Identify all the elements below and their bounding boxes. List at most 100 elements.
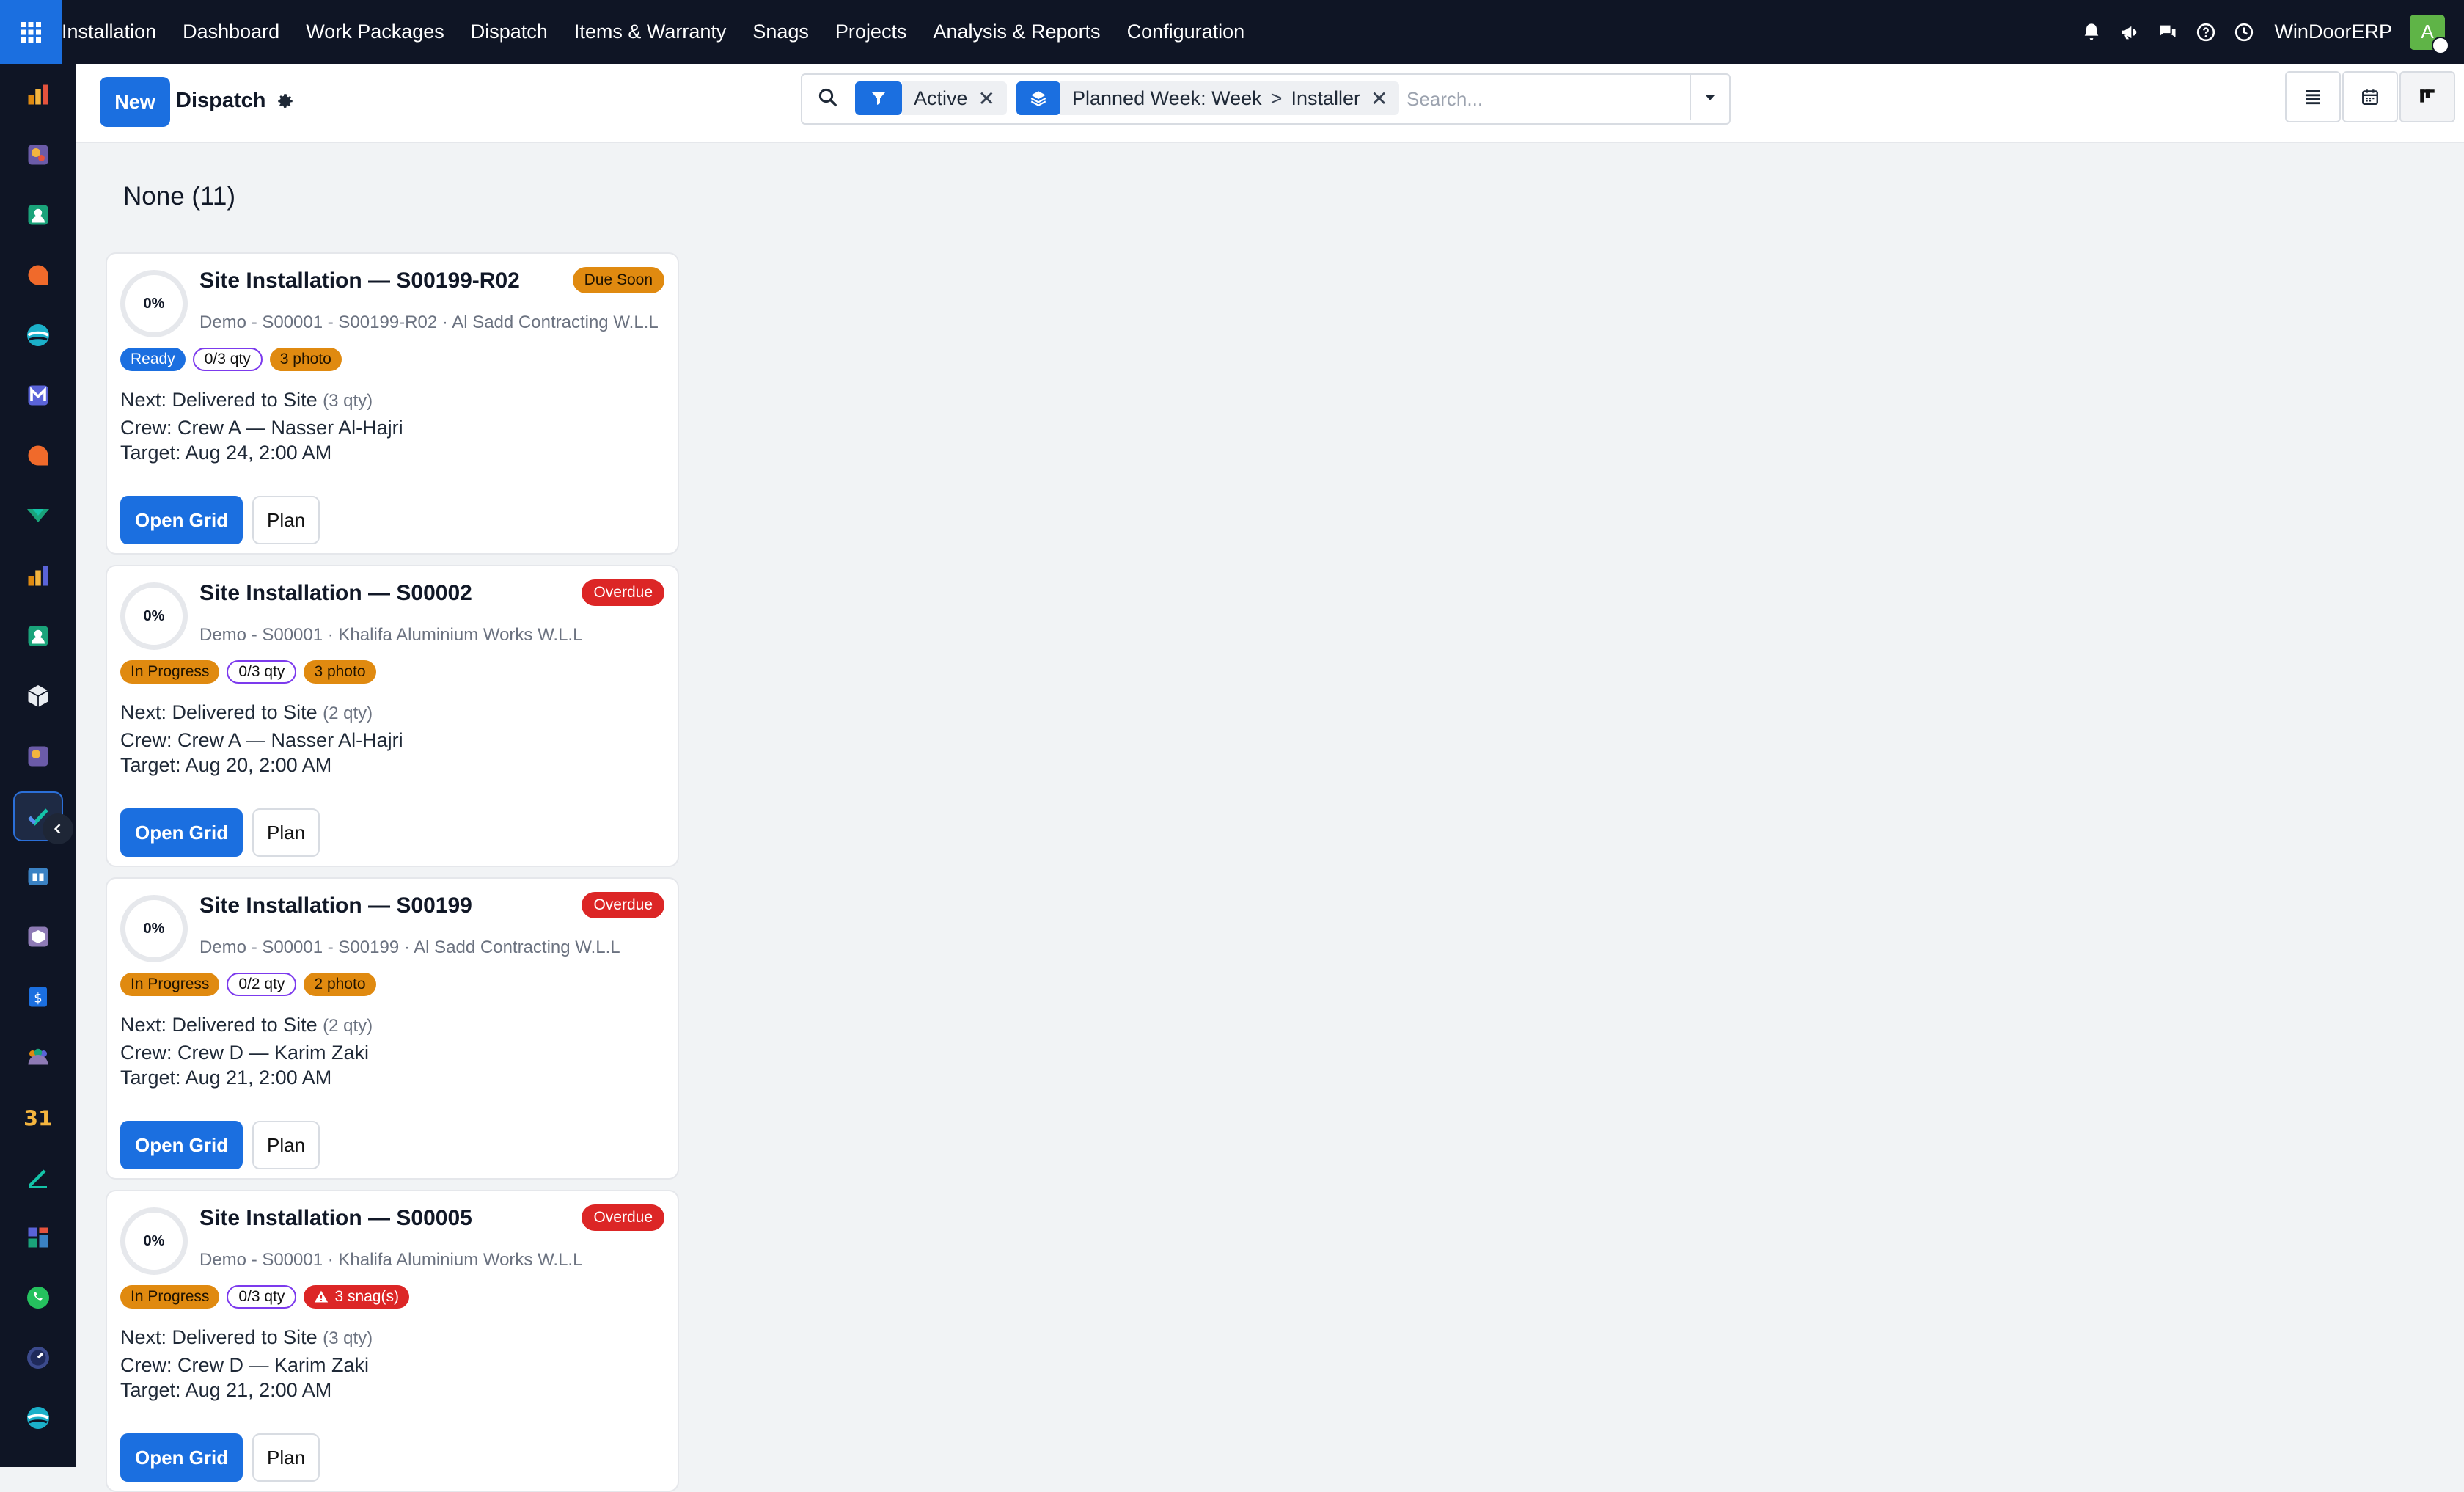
menu-work-packages[interactable]: Work Packages — [306, 21, 444, 43]
sidebar-app-dashboard-icon[interactable] — [13, 1213, 63, 1262]
sidebar-app-timer-icon[interactable] — [13, 1333, 63, 1383]
kanban-card[interactable]: 0% Site Installation — S00005 Overdue De… — [106, 1190, 679, 1492]
list-icon — [2306, 90, 2320, 105]
next-step-qty: (3 qty) — [323, 1328, 373, 1348]
menu-projects[interactable]: Projects — [835, 21, 907, 43]
sidebar-app-employees-icon[interactable] — [13, 611, 63, 661]
sidebar-app-box-icon[interactable] — [13, 912, 63, 962]
sidebar-app-tools-icon[interactable] — [13, 731, 63, 781]
menu-dispatch[interactable]: Dispatch — [471, 21, 548, 43]
apps-menu-button[interactable] — [0, 0, 62, 64]
sidebar-app-sync2-icon[interactable] — [13, 1393, 63, 1443]
status-tag: In Progress — [120, 660, 220, 684]
warning-icon — [315, 1290, 329, 1303]
card-title: Site Installation — S00199-R02 — [199, 268, 520, 293]
snag-count: 3 snag(s) — [334, 1288, 399, 1305]
menu-configuration[interactable]: Configuration — [1127, 21, 1245, 43]
gear-icon[interactable] — [276, 92, 295, 114]
open-grid-button[interactable]: Open Grid — [120, 808, 243, 857]
progress-ring: 0% — [120, 270, 188, 337]
next-step: Next: Delivered to Site (2 qty) — [120, 701, 373, 724]
chat-icon[interactable] — [2155, 20, 2180, 45]
kanban-column-title[interactable]: None (11) — [123, 182, 235, 211]
qty-tag: 0/3 qty — [227, 1285, 297, 1309]
kanban-card[interactable]: 0% Site Installation — S00199 Overdue De… — [106, 877, 679, 1180]
menu-analysis-reports[interactable]: Analysis & Reports — [933, 21, 1100, 43]
sidebar-app-mail-icon[interactable] — [13, 370, 63, 420]
open-grid-button[interactable]: Open Grid — [120, 1121, 243, 1169]
remove-groupby-button[interactable]: ✕ — [1371, 87, 1387, 111]
menu-installation[interactable]: Installation — [62, 21, 156, 43]
kanban-view-button[interactable] — [2399, 71, 2455, 122]
plan-button[interactable]: Plan — [252, 496, 320, 544]
sidebar-app-reports-icon[interactable] — [13, 70, 63, 120]
search-input[interactable] — [1405, 82, 1687, 116]
sidebar-app-analytics-icon[interactable] — [13, 551, 63, 601]
target-line: Target: Aug 24, 2:00 AM — [120, 442, 332, 464]
sidebar-app-calendar-icon[interactable]: 31 — [13, 1092, 63, 1142]
sidebar-app-team-icon[interactable] — [13, 1032, 63, 1082]
photo-tag: 3 photo — [269, 348, 342, 371]
sidebar-app-discuss-icon[interactable] — [13, 250, 63, 300]
sidebar-app-palette-icon[interactable] — [13, 130, 63, 180]
photo-tag: 2 photo — [304, 973, 376, 996]
snag-tag: 3 snag(s) — [304, 1285, 409, 1309]
groupby-facet-label-2: Installer — [1291, 87, 1360, 109]
user-avatar[interactable]: A — [2410, 14, 2449, 54]
due-status-badge: Overdue — [582, 892, 664, 918]
remove-filter-button[interactable]: ✕ — [978, 87, 995, 111]
card-title: Site Installation — S00002 — [199, 581, 472, 605]
card-tags: In Progress 0/3 qty 3 photo — [120, 660, 384, 684]
sidebar-app-livechat-icon[interactable] — [13, 431, 63, 480]
kanban-card[interactable]: 0% Site Installation — S00002 Overdue De… — [106, 565, 679, 867]
calendar-view-button[interactable] — [2342, 71, 2398, 122]
new-button[interactable]: New — [100, 77, 170, 127]
company-name[interactable]: WinDoorERP — [2274, 21, 2392, 43]
photo-tag: 3 photo — [304, 660, 376, 684]
megaphone-icon[interactable] — [2117, 20, 2142, 45]
due-status-badge: Overdue — [582, 579, 664, 606]
progress-ring: 0% — [120, 582, 188, 650]
crew-line: Crew: Crew A — Nasser Al-Hajri — [120, 729, 403, 751]
clock-icon[interactable] — [2232, 20, 2256, 45]
status-tag: In Progress — [120, 973, 220, 996]
sidebar-app-knowledge-icon[interactable] — [13, 852, 63, 902]
progress-ring: 0% — [120, 1207, 188, 1275]
groupby-facet-label-1: Planned Week: Week — [1072, 87, 1262, 109]
app-sidebar: $ 31 — [0, 64, 76, 1467]
control-panel: New Dispatch Active ✕ Planned Week: Week… — [76, 64, 2464, 143]
card-subtitle: Demo - S00001 - S00199-R02 · Al Sadd Con… — [199, 312, 659, 332]
open-grid-button[interactable]: Open Grid — [120, 1433, 243, 1482]
calendar-icon — [2362, 89, 2378, 105]
sidebar-collapse-button[interactable] — [43, 813, 73, 844]
page-title[interactable]: Dispatch — [176, 89, 265, 113]
caret-down-icon — [1706, 95, 1715, 100]
help-icon[interactable] — [2193, 20, 2218, 45]
menu-dashboard[interactable]: Dashboard — [183, 21, 279, 43]
avatar-letter: A — [2421, 21, 2434, 43]
sidebar-app-inventory-icon[interactable] — [13, 491, 63, 541]
plan-button[interactable]: Plan — [252, 1433, 320, 1482]
sidebar-app-sync-icon[interactable] — [13, 310, 63, 360]
plan-button[interactable]: Plan — [252, 1121, 320, 1169]
kanban-card[interactable]: 0% Site Installation — S00199-R02 Due So… — [106, 252, 679, 555]
view-switcher — [2284, 71, 2455, 122]
sidebar-app-whatsapp-icon[interactable] — [13, 1273, 63, 1323]
search-icon[interactable] — [817, 87, 839, 112]
open-grid-button[interactable]: Open Grid — [120, 496, 243, 544]
filter-icon — [855, 81, 902, 115]
menu-items-warranty[interactable]: Items & Warranty — [574, 21, 727, 43]
menu-snags[interactable]: Snags — [752, 21, 809, 43]
due-status-badge: Overdue — [582, 1204, 664, 1231]
qty-tag: 0/3 qty — [227, 660, 297, 684]
sidebar-app-sign-icon[interactable] — [13, 1152, 63, 1202]
next-step: Next: Delivered to Site (3 qty) — [120, 389, 373, 412]
bell-icon[interactable] — [2079, 20, 2104, 45]
list-view-button[interactable] — [2285, 71, 2341, 122]
search-options-toggle[interactable] — [1690, 75, 1729, 120]
sidebar-app-contacts-icon[interactable] — [13, 190, 63, 240]
sidebar-app-cube-icon[interactable] — [13, 671, 63, 721]
presence-dot — [2432, 36, 2449, 54]
plan-button[interactable]: Plan — [252, 808, 320, 857]
sidebar-app-invoice-icon[interactable]: $ — [13, 972, 63, 1022]
